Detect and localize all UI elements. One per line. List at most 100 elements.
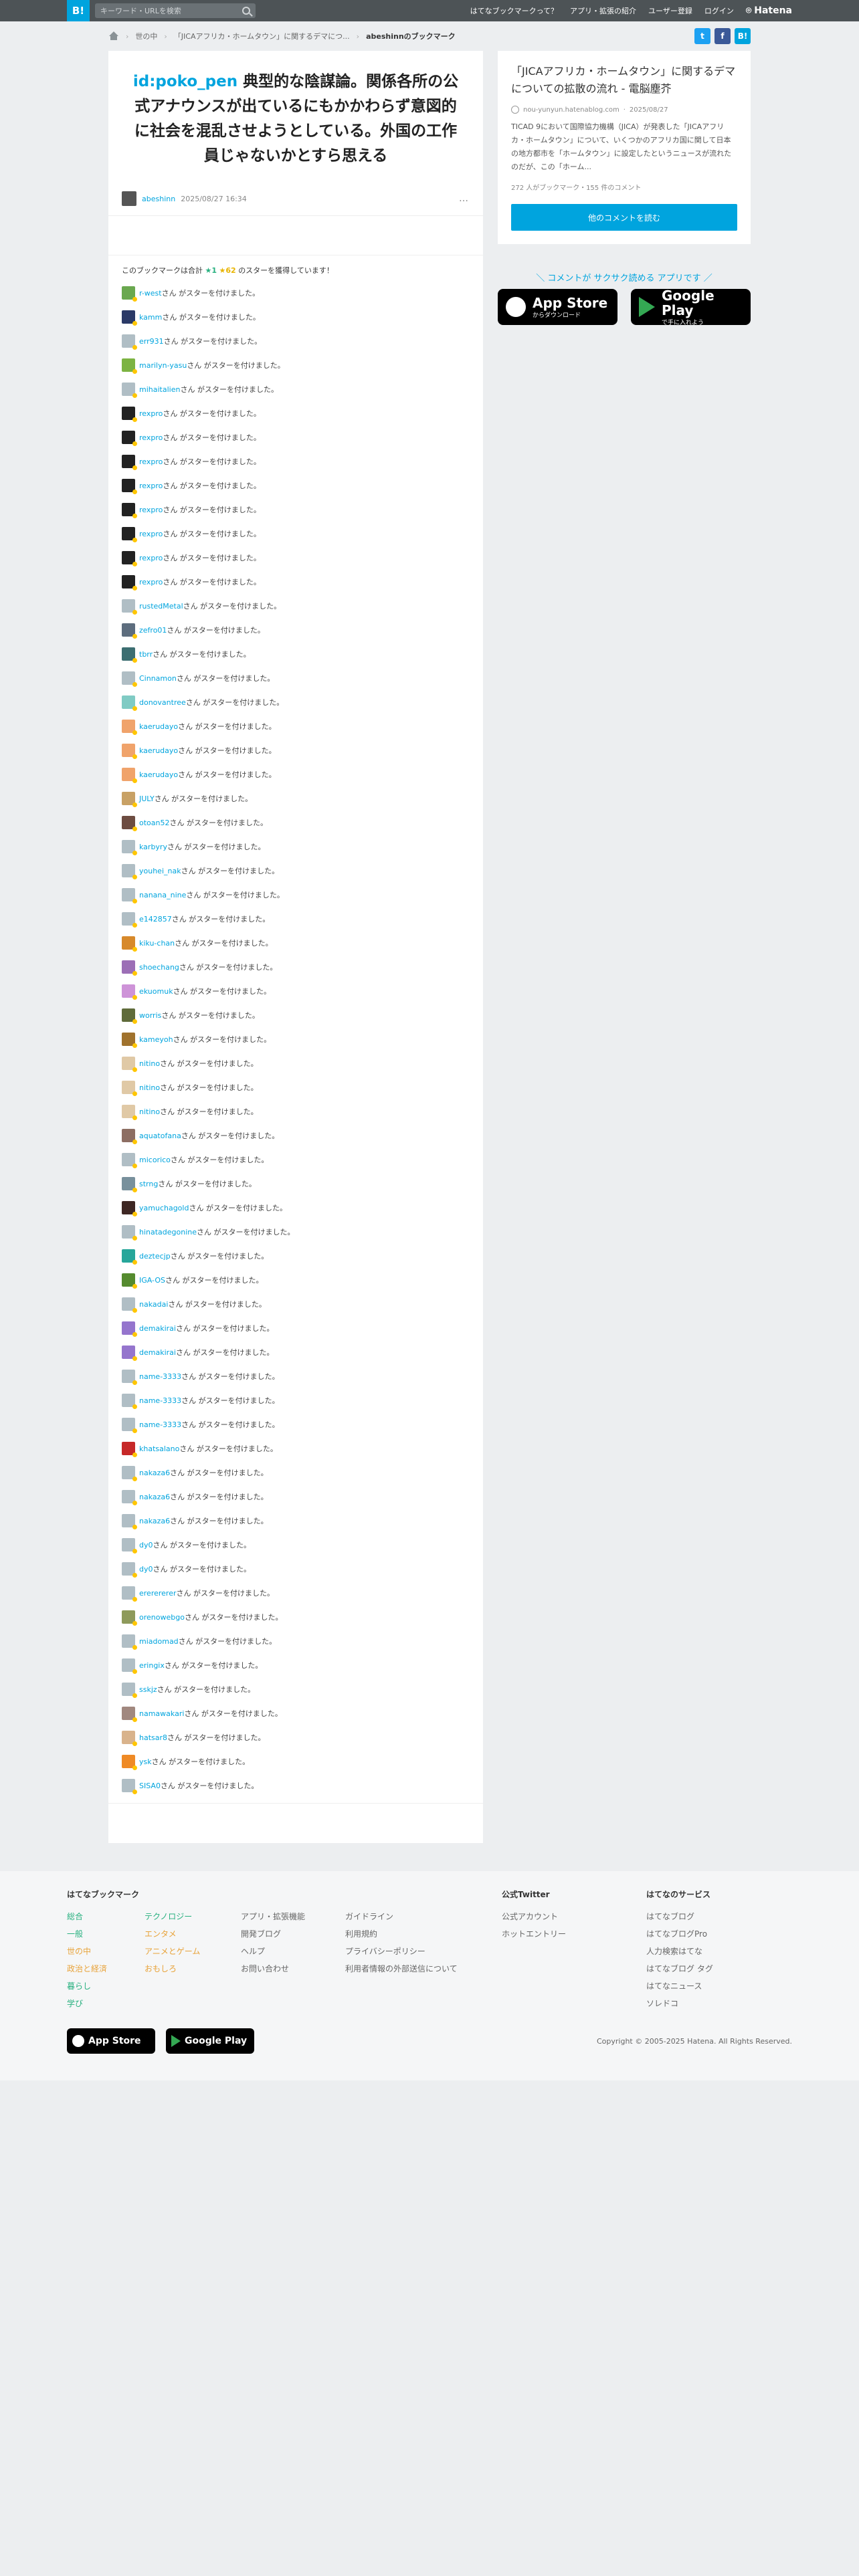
- star-user-link[interactable]: kameyoh: [139, 1035, 173, 1044]
- user-avatar-icon[interactable]: [122, 1297, 137, 1313]
- star-user-link[interactable]: rustedMetal: [139, 602, 183, 611]
- user-avatar-icon[interactable]: [122, 647, 137, 663]
- user-avatar-icon[interactable]: [122, 1466, 137, 1481]
- user-avatar-icon[interactable]: [122, 407, 137, 422]
- footer-link[interactable]: はてなニュース: [646, 1977, 713, 1995]
- footer-link[interactable]: プライバシーポリシー: [345, 1943, 458, 1960]
- user-avatar-icon[interactable]: [122, 912, 137, 928]
- star-user-link[interactable]: micorico: [139, 1156, 171, 1164]
- breadcrumb-item-category[interactable]: 世の中: [135, 31, 157, 41]
- user-avatar-icon[interactable]: [122, 1634, 137, 1650]
- star-user-link[interactable]: tbrr: [139, 650, 153, 659]
- user-avatar-icon[interactable]: [122, 1346, 137, 1361]
- hatebu-logo[interactable]: B!: [67, 0, 90, 21]
- star-user-link[interactable]: orenowebgo: [139, 1613, 185, 1622]
- star-user-link[interactable]: hatsar8: [139, 1733, 167, 1742]
- user-avatar-icon[interactable]: [122, 1779, 137, 1794]
- user-avatar-icon[interactable]: [122, 768, 137, 783]
- user-avatar-icon[interactable]: [122, 695, 137, 711]
- star-user-link[interactable]: e142857: [139, 915, 172, 924]
- star-user-link[interactable]: ererererer: [139, 1589, 176, 1598]
- search-icon[interactable]: [242, 7, 250, 15]
- footer-cat-link[interactable]: テクノロジー: [145, 1908, 241, 1925]
- footer-link[interactable]: 公式アカウント: [502, 1908, 646, 1925]
- comment-user-id[interactable]: id:poko_pen: [133, 73, 237, 90]
- star-user-link[interactable]: rexpro: [139, 554, 163, 562]
- user-avatar-icon[interactable]: [122, 984, 137, 1000]
- star-user-link[interactable]: demakirai: [139, 1324, 176, 1333]
- user-avatar-icon[interactable]: [122, 503, 137, 518]
- user-avatar-icon[interactable]: [122, 671, 137, 687]
- user-avatar-icon[interactable]: [122, 1033, 137, 1048]
- user-avatar-icon[interactable]: [122, 936, 137, 952]
- user-avatar-icon[interactable]: [122, 551, 137, 566]
- footer-cat-link[interactable]: 暮らし: [67, 1977, 145, 1995]
- star-user-link[interactable]: donovantree: [139, 698, 186, 707]
- footer-link[interactable]: ガイドライン: [345, 1908, 458, 1925]
- footer-link[interactable]: アプリ・拡張機能: [241, 1908, 345, 1925]
- user-avatar-icon[interactable]: [122, 358, 137, 374]
- footer-cat-link[interactable]: アニメとゲーム: [145, 1943, 241, 1960]
- search-input[interactable]: [100, 6, 242, 15]
- footer-link[interactable]: 開発ブログ: [241, 1925, 345, 1943]
- star-user-link[interactable]: kamm: [139, 313, 162, 322]
- user-avatar-icon[interactable]: [122, 1683, 137, 1698]
- hatebu-share-icon[interactable]: B!: [735, 28, 751, 44]
- star-user-link[interactable]: r-west: [139, 289, 162, 298]
- nav-login[interactable]: ログイン: [704, 5, 734, 16]
- entry-title-link[interactable]: 「JICAアフリカ・ホームタウン」に関するデマについての拡散の流れ - 電脳塵芥: [511, 63, 737, 98]
- user-avatar-icon[interactable]: [122, 1081, 137, 1096]
- nav-signup[interactable]: ユーザー登録: [648, 5, 692, 16]
- user-avatar-icon[interactable]: [122, 864, 137, 879]
- user-avatar-icon[interactable]: [122, 1755, 137, 1770]
- star-user-link[interactable]: karbyry: [139, 843, 167, 851]
- footer-google-play-button[interactable]: Google Play: [166, 2028, 254, 2054]
- user-avatar-icon[interactable]: [122, 1442, 137, 1457]
- user-avatar-icon[interactable]: [122, 1153, 137, 1168]
- footer-link[interactable]: 人力検索はてな: [646, 1943, 713, 1960]
- user-avatar-icon[interactable]: [122, 1225, 137, 1241]
- user-avatar-icon[interactable]: [122, 455, 137, 470]
- user-avatar-icon[interactable]: [122, 840, 137, 855]
- user-avatar-icon[interactable]: [122, 1418, 137, 1433]
- star-user-link[interactable]: kaerudayo: [139, 770, 178, 779]
- footer-link[interactable]: ヘルプ: [241, 1943, 345, 1960]
- star-user-link[interactable]: rexpro: [139, 506, 163, 514]
- app-store-button[interactable]: App Store からダウンロード: [498, 289, 617, 325]
- user-avatar-icon[interactable]: [122, 1321, 137, 1337]
- star-user-link[interactable]: ysk: [139, 1757, 152, 1766]
- footer-link[interactable]: 利用者情報の外部送信について: [345, 1960, 458, 1977]
- star-user-link[interactable]: nitino: [139, 1083, 160, 1092]
- user-avatar-icon[interactable]: [122, 1658, 137, 1674]
- star-user-link[interactable]: dy0: [139, 1565, 153, 1574]
- star-user-link[interactable]: zefro01: [139, 626, 167, 635]
- star-user-link[interactable]: name-3333: [139, 1396, 181, 1405]
- footer-cat-link[interactable]: おもしろ: [145, 1960, 241, 1977]
- user-avatar-icon[interactable]: [122, 1273, 137, 1289]
- user-avatar-icon[interactable]: [122, 623, 137, 639]
- user-avatar-icon[interactable]: [122, 816, 137, 831]
- user-avatar-icon[interactable]: [122, 575, 137, 591]
- author-link[interactable]: abeshinn: [142, 195, 175, 203]
- user-avatar-icon[interactable]: [122, 1394, 137, 1409]
- nav-about[interactable]: はてなブックマークって？: [470, 5, 558, 16]
- star-user-link[interactable]: miadomad: [139, 1637, 179, 1646]
- user-avatar-icon[interactable]: [122, 1177, 137, 1192]
- twitter-icon[interactable]: t: [694, 28, 710, 44]
- star-user-link[interactable]: deztecjp: [139, 1252, 171, 1261]
- star-user-link[interactable]: nakadai: [139, 1300, 168, 1309]
- user-avatar-icon[interactable]: [122, 383, 137, 398]
- user-avatar-icon[interactable]: [122, 1610, 137, 1626]
- user-avatar-icon[interactable]: [122, 744, 137, 759]
- read-more-comments-button[interactable]: 他のコメントを読む: [511, 204, 737, 231]
- star-user-link[interactable]: rexpro: [139, 578, 163, 586]
- star-user-link[interactable]: mihaitalien: [139, 385, 180, 394]
- user-avatar-icon[interactable]: [122, 888, 137, 903]
- star-user-link[interactable]: rexpro: [139, 433, 163, 442]
- user-avatar-icon[interactable]: [122, 720, 137, 735]
- star-user-link[interactable]: nakaza6: [139, 1493, 170, 1501]
- user-avatar-icon[interactable]: [122, 1249, 137, 1265]
- star-user-link[interactable]: aquatofana: [139, 1132, 181, 1140]
- user-avatar-icon[interactable]: [122, 1105, 137, 1120]
- user-avatar-icon[interactable]: [122, 1008, 137, 1024]
